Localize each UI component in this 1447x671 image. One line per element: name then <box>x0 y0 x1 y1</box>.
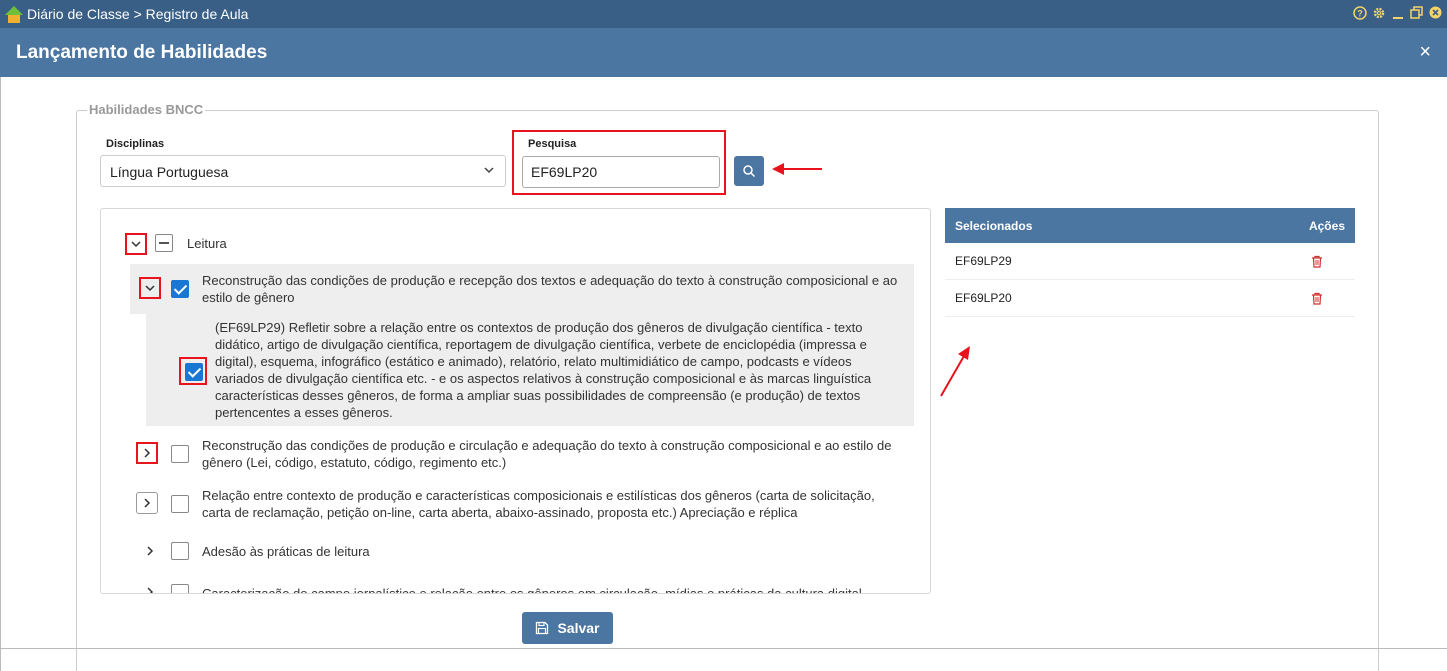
tree-toggle-leitura[interactable] <box>125 233 147 255</box>
delete-button[interactable] <box>1305 292 1329 305</box>
chevron-down-icon <box>483 164 495 179</box>
save-button[interactable]: Salvar <box>522 612 613 644</box>
actions-column-header: Ações <box>1308 218 1345 233</box>
selected-code: EF69LP29 <box>955 254 1012 268</box>
minimize-icon[interactable] <box>1390 6 1405 23</box>
tree-label-item-3: Adesão às práticas de leitura <box>202 544 370 559</box>
window-controls: ? <box>1352 5 1443 23</box>
tree-checkbox-leitura[interactable] <box>155 234 173 252</box>
tree-label-item-4: Caracterização do campo jornalístico e r… <box>202 586 862 594</box>
search-icon <box>743 165 756 178</box>
breadcrumb: Diário de Classe > Registro de Aula <box>27 6 249 22</box>
window-titlebar: Diário de Classe > Registro de Aula ? <box>0 0 1447 28</box>
disciplina-select[interactable]: Língua Portuguesa <box>100 155 506 187</box>
fieldset-legend: Habilidades BNCC <box>87 102 206 117</box>
trash-icon <box>1312 255 1322 268</box>
chevron-down-icon <box>145 285 155 292</box>
dialog-close-button[interactable]: × <box>1419 41 1431 64</box>
tree-checkbox-item-1[interactable] <box>171 445 189 463</box>
skills-tree: Leitura Reconstrução das condições de pr… <box>100 208 931 594</box>
tree-checkbox-item-4[interactable] <box>171 584 189 593</box>
dialog-header: Lançamento de Habilidades × <box>0 28 1447 77</box>
disciplina-select-value: Língua Portuguesa <box>110 164 229 180</box>
selected-panel: Selecionados Ações EF69LP29 EF69LP20 <box>945 208 1355 317</box>
gear-icon[interactable] <box>1371 6 1386 23</box>
trash-icon <box>1312 292 1322 305</box>
tree-label-item-2: Relação entre contexto de produção e car… <box>202 488 875 520</box>
tree-checkbox-item-0[interactable] <box>171 280 189 298</box>
selected-table-header: Selecionados Ações <box>945 208 1355 243</box>
tree-label-item-1: Reconstrução das condições de produção e… <box>202 438 892 470</box>
tree-label-child-ef69lp29: (EF69LP29) Refletir sobre a relação entr… <box>215 320 872 420</box>
chevron-down-icon <box>131 241 141 248</box>
dialog-title: Lançamento de Habilidades <box>16 41 268 63</box>
selected-column-header: Selecionados <box>955 218 1033 233</box>
chevron-right-icon <box>144 448 151 458</box>
selected-code: EF69LP20 <box>955 291 1012 305</box>
tree-checkbox-child-ef69lp29[interactable] <box>185 363 203 381</box>
table-row: EF69LP20 <box>945 280 1355 317</box>
tree-checkbox-item-2[interactable] <box>171 495 189 513</box>
delete-button[interactable] <box>1305 255 1329 268</box>
table-row: EF69LP29 <box>945 243 1355 280</box>
help-icon[interactable]: ? <box>1352 5 1367 23</box>
dialog-bottom-border <box>0 648 1447 649</box>
app-logo-icon <box>4 4 24 24</box>
pesquisa-label: Pesquisa <box>528 138 577 150</box>
tree-toggle-item-2[interactable] <box>136 492 158 514</box>
close-icon[interactable] <box>1428 6 1443 22</box>
save-button-label: Salvar <box>557 620 600 636</box>
tree-label-item-0: Reconstrução das condições de produção e… <box>202 273 898 305</box>
search-button[interactable] <box>734 156 764 186</box>
tree-toggle-item-0[interactable] <box>139 277 161 299</box>
annotation-arrow-selected <box>940 346 970 397</box>
svg-text:?: ? <box>1357 8 1363 18</box>
tree-toggle-item-1[interactable] <box>136 442 158 464</box>
chevron-right-icon <box>147 546 154 556</box>
chevron-right-icon <box>147 587 154 593</box>
annotation-arrow-search <box>772 163 822 175</box>
chevron-right-icon <box>144 498 151 508</box>
disciplinas-label: Disciplinas <box>106 138 165 150</box>
tree-toggle-item-4[interactable] <box>139 581 161 593</box>
search-input[interactable] <box>522 156 720 188</box>
dialog-left-border <box>0 77 1 671</box>
save-icon <box>536 621 549 635</box>
tree-checkbox-item-3[interactable] <box>171 542 189 560</box>
tree-label-leitura: Leitura <box>187 236 227 251</box>
restore-icon[interactable] <box>1409 6 1424 22</box>
tree-toggle-item-3[interactable] <box>139 540 161 562</box>
